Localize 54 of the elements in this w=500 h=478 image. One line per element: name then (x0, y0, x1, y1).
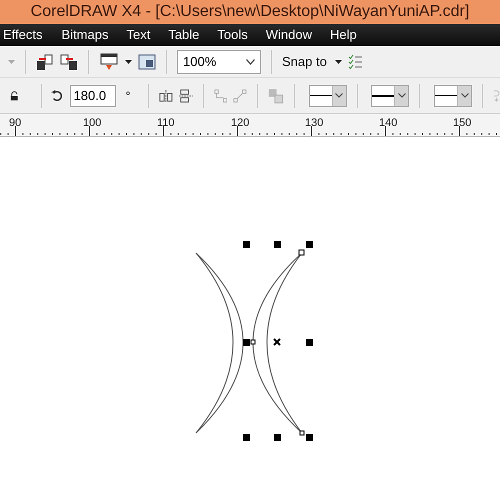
ruler-label: 110 (157, 116, 175, 131)
caret-icon (125, 60, 132, 64)
node-handle[interactable] (250, 340, 256, 344)
menu-item[interactable]: Bitmaps (52, 25, 118, 45)
monitor-icon[interactable] (99, 52, 119, 72)
lock-icon[interactable] (10, 90, 19, 100)
chevron-icon (246, 58, 255, 64)
mirror-vertical-icon[interactable] (179, 88, 193, 104)
ruler-label: 150 (453, 116, 472, 131)
line-style-icon (372, 94, 394, 98)
mirror-horizontal-icon[interactable] (159, 88, 174, 102)
checklist-icon[interactable] (348, 54, 362, 70)
selection-handle[interactable] (243, 339, 250, 346)
caret-icon (334, 60, 342, 64)
ruler-label: 90 (9, 116, 22, 131)
node-handle[interactable] (298, 250, 304, 256)
import-icon[interactable] (36, 52, 54, 70)
selection-handle[interactable] (306, 339, 313, 346)
menu-item[interactable]: Effects (0, 25, 53, 45)
line-style-icon (435, 94, 458, 98)
crescent-shape[interactable] (196, 252, 244, 434)
chevron-icon (460, 93, 469, 98)
selection-handle[interactable] (306, 434, 313, 441)
selection-handle[interactable] (243, 241, 250, 248)
node-handle[interactable] (300, 430, 304, 436)
ruler-label: 120 (231, 116, 250, 131)
menu-item[interactable]: Text (117, 25, 160, 45)
selection-handle[interactable] (274, 241, 281, 248)
crescent-shape[interactable] (252, 252, 302, 434)
ruler-label: 130 (305, 116, 324, 131)
window-icon[interactable] (138, 54, 156, 70)
menu-item[interactable]: Tools (208, 25, 257, 45)
zoom-dropdown[interactable]: 100% (177, 50, 261, 74)
snap-to-button[interactable]: Snap to (282, 52, 342, 72)
selection-handle[interactable] (306, 241, 313, 248)
selection-handle[interactable] (243, 434, 250, 441)
center-mark-icon (273, 338, 281, 346)
selection-handle[interactable] (274, 434, 281, 441)
window-title: CorelDRAW X4 - [C:\Users\new\Desktop\NiWayanYuniAP.cdr] (30, 2, 470, 22)
line-style-dropdown[interactable] (308, 84, 347, 106)
menu-item[interactable]: Help (321, 25, 366, 45)
line-style-icon (310, 94, 332, 98)
line-style-dropdown[interactable] (434, 84, 472, 106)
degree-label: ° (126, 88, 130, 104)
export-icon[interactable] (60, 52, 78, 70)
menu-item[interactable]: Table (159, 25, 208, 45)
ruler-label: 100 (83, 116, 102, 131)
rotation-field[interactable]: 180.0 (70, 84, 116, 106)
chevron-icon (335, 93, 344, 98)
ruler-label: 140 (379, 116, 398, 131)
rotate-icon (51, 88, 64, 102)
menu-item[interactable]: Window (256, 25, 322, 45)
line-style-dropdown[interactable] (371, 84, 410, 106)
chevron-icon (398, 93, 406, 98)
